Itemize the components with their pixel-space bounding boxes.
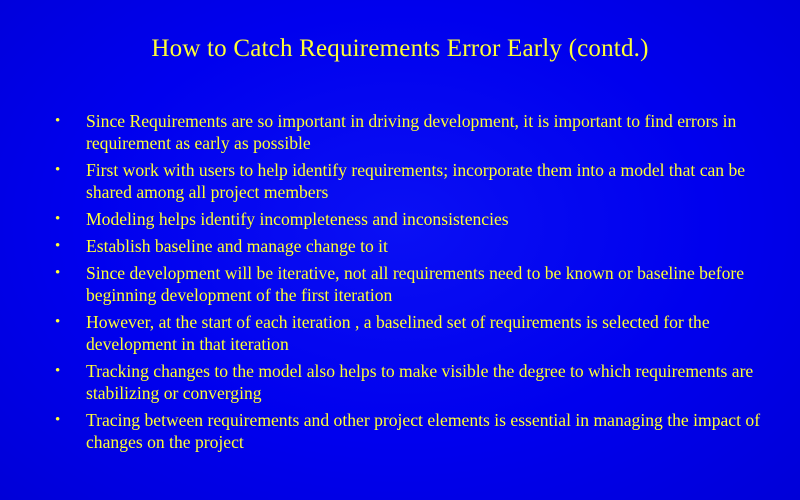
bullet-icon: • bbox=[55, 314, 61, 330]
slide-title: How to Catch Requirements Error Early (c… bbox=[151, 35, 649, 62]
bullet-text: Tracing between requirements and other p… bbox=[86, 410, 761, 452]
bullet-text: However, at the start of each iteration … bbox=[86, 312, 710, 354]
bullet-icon: • bbox=[55, 265, 61, 281]
bullet-icon: • bbox=[55, 238, 61, 254]
bullet-text: Since development will be iterative, not… bbox=[86, 263, 745, 305]
bullet-item: • However, at the start of each iteratio… bbox=[55, 311, 770, 355]
bullet-list: • Since Requirements are so important in… bbox=[55, 110, 770, 458]
bullet-item: • Since Requirements are so important in… bbox=[55, 110, 770, 154]
bullet-icon: • bbox=[55, 412, 61, 428]
bullet-item: • Tracing between requirements and other… bbox=[55, 409, 770, 453]
bullet-item: • First work with users to help identify… bbox=[55, 159, 770, 203]
bullet-icon: • bbox=[55, 211, 61, 227]
bullet-text: First work with users to help identify r… bbox=[86, 160, 746, 202]
bullet-item: • Since development will be iterative, n… bbox=[55, 262, 770, 306]
bullet-item: • Tracking changes to the model also hel… bbox=[55, 360, 770, 404]
bullet-item: • Modeling helps identify incompleteness… bbox=[55, 208, 770, 230]
slide: How to Catch Requirements Error Early (c… bbox=[0, 0, 800, 500]
bullet-icon: • bbox=[55, 113, 61, 129]
bullet-text: Establish baseline and manage change to … bbox=[86, 236, 388, 256]
bullet-icon: • bbox=[55, 363, 61, 379]
bullet-text: Since Requirements are so important in d… bbox=[86, 111, 737, 153]
bullet-icon: • bbox=[55, 162, 61, 178]
bullet-item: • Establish baseline and manage change t… bbox=[55, 235, 770, 257]
bullet-text: Tracking changes to the model also helps… bbox=[86, 361, 754, 403]
bullet-text: Modeling helps identify incompleteness a… bbox=[86, 209, 509, 229]
